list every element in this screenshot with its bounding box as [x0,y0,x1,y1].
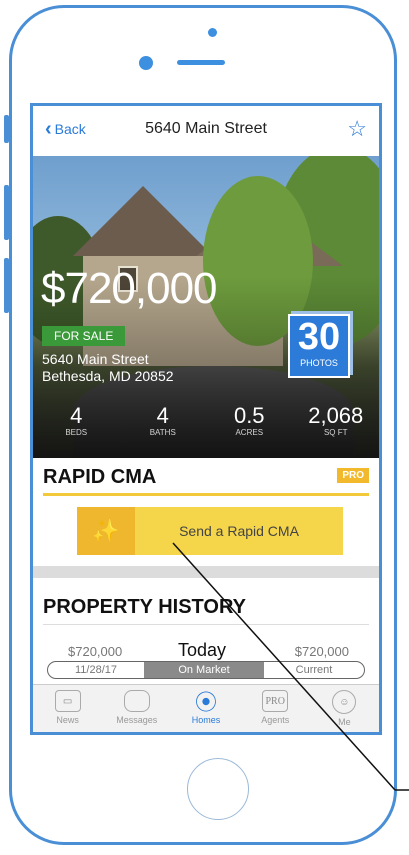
callout-pointer-line [172,542,409,791]
pointer-line [172,542,396,791]
